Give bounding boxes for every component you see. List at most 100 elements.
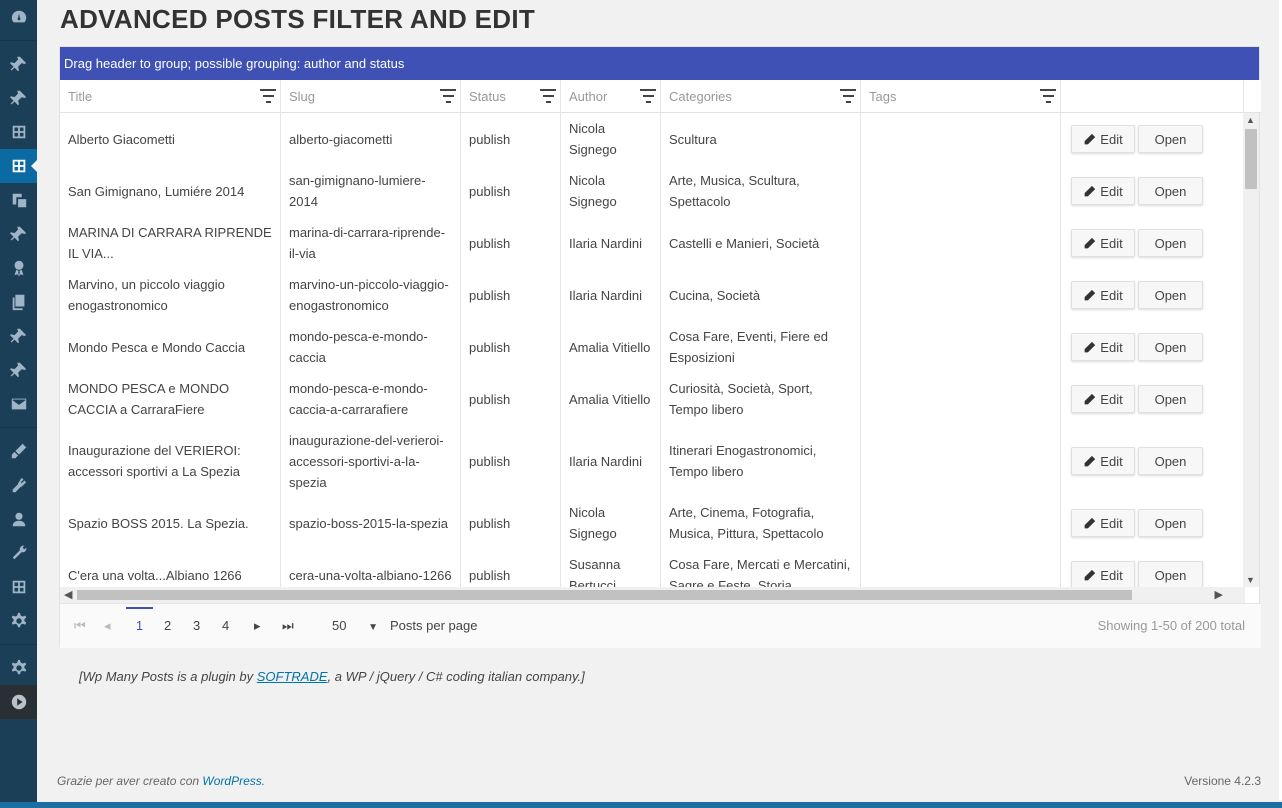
cell-slug: mondo-pesca-e-mondo-caccia: [281, 321, 461, 373]
softrade-link[interactable]: SOFTRADE: [257, 669, 328, 684]
play-icon[interactable]: [0, 685, 37, 719]
edit-label: Edit: [1100, 131, 1123, 147]
open-button[interactable]: Open: [1138, 385, 1203, 413]
vertical-scrollbar[interactable]: ▲ ▼: [1243, 113, 1259, 587]
page-link[interactable]: 3: [193, 618, 200, 633]
cell-categories: Scultura: [661, 113, 861, 165]
pin-icon[interactable]: [0, 217, 37, 251]
edit-button[interactable]: Edit: [1071, 281, 1135, 309]
scroll-thumb[interactable]: [77, 590, 1132, 600]
table-row[interactable]: Inaugurazione del VERIEROI: accessori sp…: [60, 425, 1245, 497]
table-row[interactable]: Marvino, un piccolo viaggio enogastronom…: [60, 269, 1245, 321]
table-row[interactable]: MONDO PESCA e MONDO CACCIA a CarraraFier…: [60, 373, 1245, 425]
filter-icon[interactable]: [540, 89, 556, 103]
open-button[interactable]: Open: [1138, 125, 1203, 153]
pin-icon[interactable]: [0, 81, 37, 115]
open-button[interactable]: Open: [1138, 281, 1203, 309]
edit-button[interactable]: Edit: [1071, 229, 1135, 257]
edit-button[interactable]: Edit: [1071, 385, 1135, 413]
mail-icon[interactable]: [0, 387, 37, 421]
edit-button[interactable]: Edit: [1071, 125, 1135, 153]
open-label: Open: [1154, 339, 1187, 355]
admin-footer: Grazie per aver creato con WordPress.: [57, 774, 265, 788]
table-row[interactable]: Spazio BOSS 2015. La Spezia. spazio-boss-…: [60, 497, 1245, 549]
scroll-up-icon[interactable]: ▲: [1246, 115, 1255, 125]
table-row[interactable]: Mondo Pesca e Mondo Caccia mondo-pesca-e-…: [60, 321, 1245, 373]
filter-icon[interactable]: [1040, 89, 1056, 103]
cell-actions: Edit Open: [1061, 425, 1245, 497]
cell-author: Ilaria Nardini: [561, 217, 661, 269]
pin-icon[interactable]: [0, 47, 37, 81]
cell-tags: [861, 321, 1061, 373]
open-button[interactable]: Open: [1138, 561, 1203, 587]
edit-button[interactable]: Edit: [1071, 561, 1135, 587]
wordpress-link[interactable]: WordPress.: [202, 774, 265, 788]
cell-title-text: Marvino, un piccolo viaggio enogastronom…: [68, 277, 225, 313]
prev-page-icon[interactable]: ◂: [104, 618, 111, 634]
filter-icon[interactable]: [640, 89, 656, 103]
open-button[interactable]: Open: [1138, 447, 1203, 475]
users-icon[interactable]: [0, 502, 37, 536]
pencil-icon: [1084, 569, 1096, 580]
cell-status: publish: [461, 373, 561, 425]
last-page-icon[interactable]: ⏭: [282, 618, 294, 634]
table-row[interactable]: C'era una volta...Albiano 1266 cera-una-v…: [60, 549, 1245, 587]
open-button[interactable]: Open: [1138, 229, 1203, 257]
column-header-slug[interactable]: Slug: [281, 80, 461, 113]
open-button[interactable]: Open: [1138, 177, 1203, 205]
award-icon[interactable]: [0, 251, 37, 285]
filter-icon[interactable]: [260, 89, 276, 103]
group-drop-bar[interactable]: Drag header to group; possible grouping:…: [60, 47, 1259, 80]
page-link[interactable]: 4: [222, 618, 229, 633]
column-header-categories[interactable]: Categories: [661, 80, 861, 113]
column-header-tags[interactable]: Tags: [861, 80, 1061, 113]
edit-button[interactable]: Edit: [1071, 177, 1135, 205]
scroll-down-icon[interactable]: ▼: [1246, 575, 1255, 585]
column-header-author[interactable]: Author: [561, 80, 661, 113]
open-button[interactable]: Open: [1138, 333, 1203, 361]
pages-icon[interactable]: [0, 285, 37, 319]
table-row[interactable]: San Gimignano, Lumiére 2014 san-gimignano…: [60, 165, 1245, 217]
cell-actions: Edit Open: [1061, 321, 1245, 373]
edit-button[interactable]: Edit: [1071, 447, 1135, 475]
cell-status: publish: [461, 217, 561, 269]
filter-icon[interactable]: [440, 89, 456, 103]
edit-button[interactable]: Edit: [1071, 333, 1135, 361]
pin-icon[interactable]: [0, 319, 37, 353]
next-page-icon[interactable]: ▸: [254, 618, 261, 634]
filter-icon[interactable]: [840, 89, 856, 103]
column-header-title[interactable]: Title: [60, 80, 281, 113]
pin-icon[interactable]: [0, 353, 37, 387]
table-row[interactable]: Alberto Giacometti alberto-giacometti publ…: [60, 113, 1245, 165]
tools-icon[interactable]: [0, 536, 37, 570]
plugins-icon[interactable]: [0, 468, 37, 502]
settings-icon[interactable]: [0, 604, 37, 638]
scroll-right-icon[interactable]: ▶: [1215, 588, 1223, 601]
first-page-icon[interactable]: ⏮: [74, 618, 86, 634]
table-row[interactable]: MARINA DI CARRARA RIPRENDE IL VIA... mari…: [60, 217, 1245, 269]
edit-button[interactable]: Edit: [1071, 509, 1135, 537]
page-link[interactable]: 1: [126, 607, 153, 633]
cell-actions: Edit Open: [1061, 113, 1245, 165]
settings-icon[interactable]: [0, 651, 37, 685]
cell-slug-text: marvino-un-piccolo-viaggio-enogastronomi…: [289, 277, 449, 313]
cell-categories: Itinerari Enogastronomici, Tempo libero: [661, 425, 861, 497]
scroll-left-icon[interactable]: ◀: [64, 588, 72, 601]
dashboard-icon[interactable]: [0, 0, 37, 34]
grid-plugin-icon[interactable]: [0, 115, 37, 149]
horizontal-scrollbar[interactable]: ◀ ▶: [60, 587, 1245, 603]
cell-categories: Arte, Cinema, Fotografia, Musica, Pittur…: [661, 497, 861, 549]
scroll-thumb[interactable]: [1245, 129, 1257, 189]
open-button[interactable]: Open: [1138, 509, 1203, 537]
appearance-icon[interactable]: [0, 434, 37, 468]
grid-plugin-icon[interactable]: [0, 570, 37, 604]
page-size-select[interactable]: 50 ▼: [332, 618, 378, 633]
cell-title-text: San Gimignano, Lumiére 2014: [68, 183, 245, 199]
column-header-status[interactable]: Status: [461, 80, 561, 113]
pencil-icon: [1084, 133, 1096, 144]
page-title: ADVANCED POSTS FILTER AND EDIT: [60, 4, 536, 34]
page-link[interactable]: 2: [164, 618, 171, 633]
cell-slug-text: cera-una-volta-albiano-1266: [289, 567, 452, 583]
grid-plugin-icon[interactable]: [0, 149, 37, 183]
media-icon[interactable]: [0, 183, 37, 217]
